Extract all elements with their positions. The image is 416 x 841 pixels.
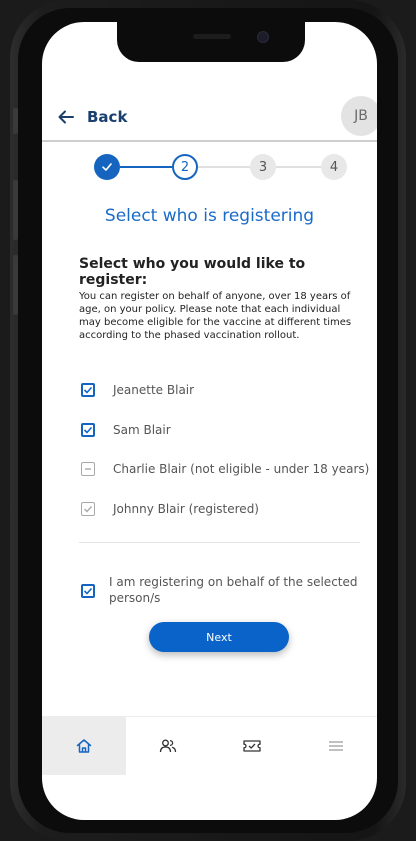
consent-checkbox[interactable] bbox=[81, 584, 95, 598]
person-option-sam[interactable]: Sam Blair bbox=[81, 423, 171, 437]
page-title: Select who is registering bbox=[104, 206, 315, 226]
avatar[interactable]: JB bbox=[341, 96, 377, 136]
check-icon bbox=[83, 386, 93, 394]
person-option-jeanette[interactable]: Jeanette Blair bbox=[81, 383, 194, 397]
back-button[interactable]: Back bbox=[57, 104, 127, 130]
checkbox-disabled-checked bbox=[81, 502, 95, 516]
consent-option[interactable]: I am registering on behalf of the select… bbox=[81, 574, 361, 606]
tab-home[interactable] bbox=[42, 717, 126, 775]
tab-people[interactable] bbox=[126, 717, 210, 775]
person-option-charlie: Charlie Blair (not eligible - under 18 y… bbox=[81, 462, 369, 476]
step-1-complete bbox=[94, 154, 120, 180]
home-icon bbox=[76, 739, 92, 753]
bottom-tab-bar bbox=[42, 716, 377, 775]
consent-label: I am registering on behalf of the select… bbox=[109, 575, 358, 605]
divider bbox=[79, 542, 360, 543]
check-icon bbox=[83, 426, 93, 434]
app-header: Back JB bbox=[42, 94, 377, 142]
back-label: Back bbox=[87, 108, 128, 126]
step-3: 3 bbox=[250, 154, 276, 180]
step-4: 4 bbox=[321, 154, 347, 180]
person-name: Sam Blair bbox=[113, 423, 171, 437]
checkbox-checked[interactable] bbox=[81, 383, 95, 397]
progress-stepper: 2 3 4 bbox=[94, 154, 347, 180]
checkbox-disabled bbox=[81, 462, 95, 476]
next-button[interactable]: Next bbox=[149, 622, 289, 652]
person-name: Jeanette Blair bbox=[113, 383, 195, 397]
check-icon bbox=[84, 506, 93, 513]
description-text: You can register on behalf of anyone, ov… bbox=[79, 291, 352, 341]
tab-tickets[interactable] bbox=[210, 717, 294, 775]
app-screen: Back JB 2 3 4 Select who is registering … bbox=[42, 22, 377, 820]
section-title: Select who you would like to register: bbox=[79, 256, 306, 288]
person-name: Johnny Blair (registered) bbox=[113, 502, 259, 516]
minus-icon bbox=[85, 468, 91, 470]
back-arrow-icon bbox=[58, 110, 74, 124]
tab-menu[interactable] bbox=[294, 717, 377, 775]
checkbox-checked[interactable] bbox=[81, 423, 95, 437]
speaker bbox=[193, 34, 231, 39]
menu-icon bbox=[329, 741, 343, 751]
people-icon bbox=[159, 739, 177, 753]
check-icon bbox=[83, 587, 93, 595]
ticket-icon bbox=[243, 740, 261, 752]
step-2-current: 2 bbox=[172, 154, 198, 180]
check-icon bbox=[102, 163, 112, 171]
front-camera bbox=[257, 31, 269, 43]
person-name: Charlie Blair (not eligible - under 18 y… bbox=[113, 462, 370, 476]
step-connector bbox=[198, 166, 250, 168]
step-connector bbox=[276, 166, 321, 168]
person-option-johnny: Johnny Blair (registered) bbox=[81, 502, 259, 516]
step-connector-complete bbox=[120, 166, 172, 168]
notch bbox=[117, 22, 305, 62]
